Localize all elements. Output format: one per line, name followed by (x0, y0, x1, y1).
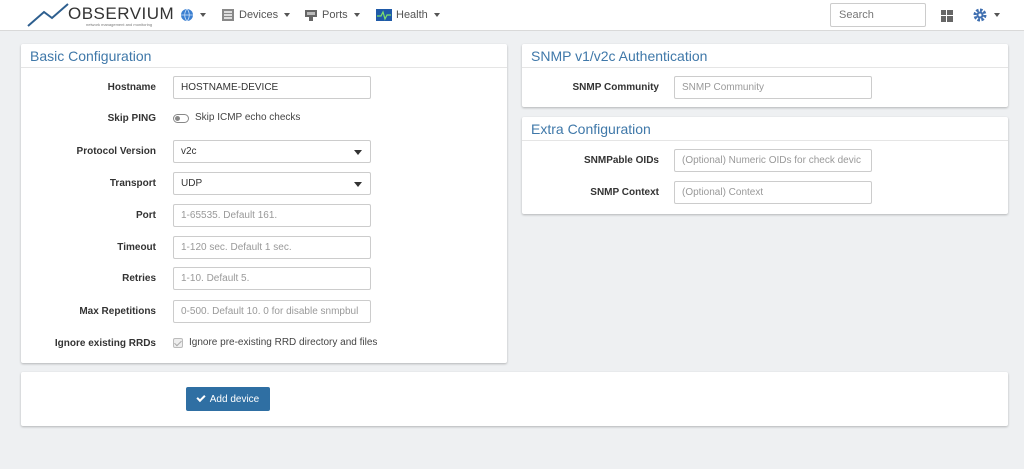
transport-label: Transport (109, 178, 156, 189)
chevron-down-icon (354, 182, 362, 187)
skip-ping-label: Skip PING (107, 113, 156, 124)
logo-swoosh-icon (27, 3, 69, 27)
snmpable-oids-row: SNMPable OIDs (Optional) Numeric OIDs fo… (522, 149, 1008, 173)
ignore-rrds-text: Ignore pre-existing RRD directory and fi… (189, 337, 378, 348)
extra-configuration-panel: Extra Configuration SNMPable OIDs (Optio… (522, 117, 1008, 214)
nav-health-label: Health (396, 9, 428, 21)
settings-menu[interactable] (972, 7, 1000, 23)
nav-health[interactable]: Health (376, 7, 440, 23)
protocol-version-label: Protocol Version (76, 146, 156, 157)
panel-title: Basic Configuration (21, 44, 507, 68)
add-device-button[interactable]: Add device (186, 387, 270, 411)
chevron-down-icon (200, 13, 206, 17)
retries-label: Retries (122, 273, 156, 284)
chevron-down-icon (354, 150, 362, 155)
panel-title: Extra Configuration (522, 117, 1008, 141)
port-label: Port (136, 210, 156, 221)
snmp-community-input[interactable]: SNMP Community (674, 76, 872, 99)
protocol-version-value: v2c (181, 146, 197, 157)
brand-name: OBSERVIUM (68, 4, 175, 23)
ignore-rrds-checkbox[interactable] (173, 338, 183, 348)
panel-title: SNMP v1/v2c Authentication (522, 44, 1008, 68)
hostname-label: Hostname (107, 82, 156, 93)
skip-ping-text: Skip ICMP echo checks (195, 112, 301, 123)
protocol-version-select[interactable]: v2c (173, 140, 371, 163)
port-row: Port 1-65535. Default 161. (21, 204, 507, 228)
ethernet-port-icon (305, 10, 317, 21)
chevron-down-icon (284, 13, 291, 17)
timeout-label: Timeout (117, 242, 156, 253)
nav-ports-label: Ports (322, 9, 348, 21)
snmp-context-input[interactable]: (Optional) Context (674, 181, 872, 204)
retries-input[interactable]: 1-10. Default 5. (173, 267, 371, 290)
chevron-down-icon (353, 13, 360, 17)
snmp-context-row: SNMP Context (Optional) Context (522, 181, 1008, 205)
hostname-row: Hostname HOSTNAME-DEVICE (21, 76, 507, 100)
snmp-authentication-panel: SNMP v1/v2c Authentication SNMP Communit… (522, 44, 1008, 107)
nav-ports[interactable]: Ports (304, 7, 360, 23)
ignore-rrds-label: Ignore existing RRDs (54, 338, 156, 349)
hostname-input[interactable]: HOSTNAME-DEVICE (173, 76, 371, 99)
snmp-context-label: SNMP Context (590, 187, 659, 198)
gear-icon (973, 8, 987, 22)
windows-menu[interactable] (941, 8, 953, 24)
timeout-input[interactable]: 1-120 sec. Default 1 sec. (173, 236, 371, 259)
transport-row: Transport UDP (21, 172, 507, 196)
checkmark-icon (196, 392, 206, 403)
chevron-down-icon (994, 13, 1000, 17)
port-input[interactable]: 1-65535. Default 161. (173, 204, 371, 227)
transport-select[interactable]: UDP (173, 172, 371, 195)
nav-devices-label: Devices (239, 9, 279, 21)
search-input[interactable] (830, 3, 926, 27)
brand-logo[interactable]: OBSERVIUM network management and monitor… (26, 2, 174, 28)
add-device-label: Add device (209, 393, 260, 405)
max-repetitions-input[interactable]: 0-500. Default 10. 0 for disable snmpbul (173, 300, 371, 323)
form-actions-panel: Add device (21, 372, 1008, 426)
top-navbar: OBSERVIUM network management and monitor… (0, 0, 1024, 31)
max-repetitions-row: Max Repetitions 0-500. Default 10. 0 for… (21, 300, 507, 324)
protocol-version-row: Protocol Version v2c (21, 140, 507, 164)
chevron-down-icon (433, 13, 440, 17)
snmpable-oids-label: SNMPable OIDs (583, 155, 659, 166)
snmp-community-row: SNMP Community SNMP Community (522, 76, 1008, 100)
transport-value: UDP (181, 178, 203, 189)
ignore-rrds-row: Ignore existing RRDs Ignore pre-existing… (21, 332, 507, 356)
basic-configuration-panel: Basic Configuration Hostname HOSTNAME-DE… (21, 44, 507, 363)
skip-ping-toggle[interactable] (173, 114, 189, 123)
heartbeat-monitor-icon (376, 9, 392, 21)
globe-icon (181, 8, 193, 22)
nav-devices[interactable]: Devices (221, 7, 291, 23)
globe-menu[interactable] (180, 7, 206, 23)
timeout-row: Timeout 1-120 sec. Default 1 sec. (21, 236, 507, 260)
snmp-community-label: SNMP Community (572, 82, 660, 93)
retries-row: Retries 1-10. Default 5. (21, 267, 507, 291)
server-icon (222, 9, 234, 21)
brand-tagline: network management and monitoring (86, 22, 153, 27)
skip-ping-row: Skip PING Skip ICMP echo checks (21, 107, 507, 131)
snmpable-oids-input[interactable]: (Optional) Numeric OIDs for check devic (674, 149, 872, 172)
windows-icon (941, 10, 953, 22)
max-repetitions-label: Max Repetitions (79, 306, 156, 317)
